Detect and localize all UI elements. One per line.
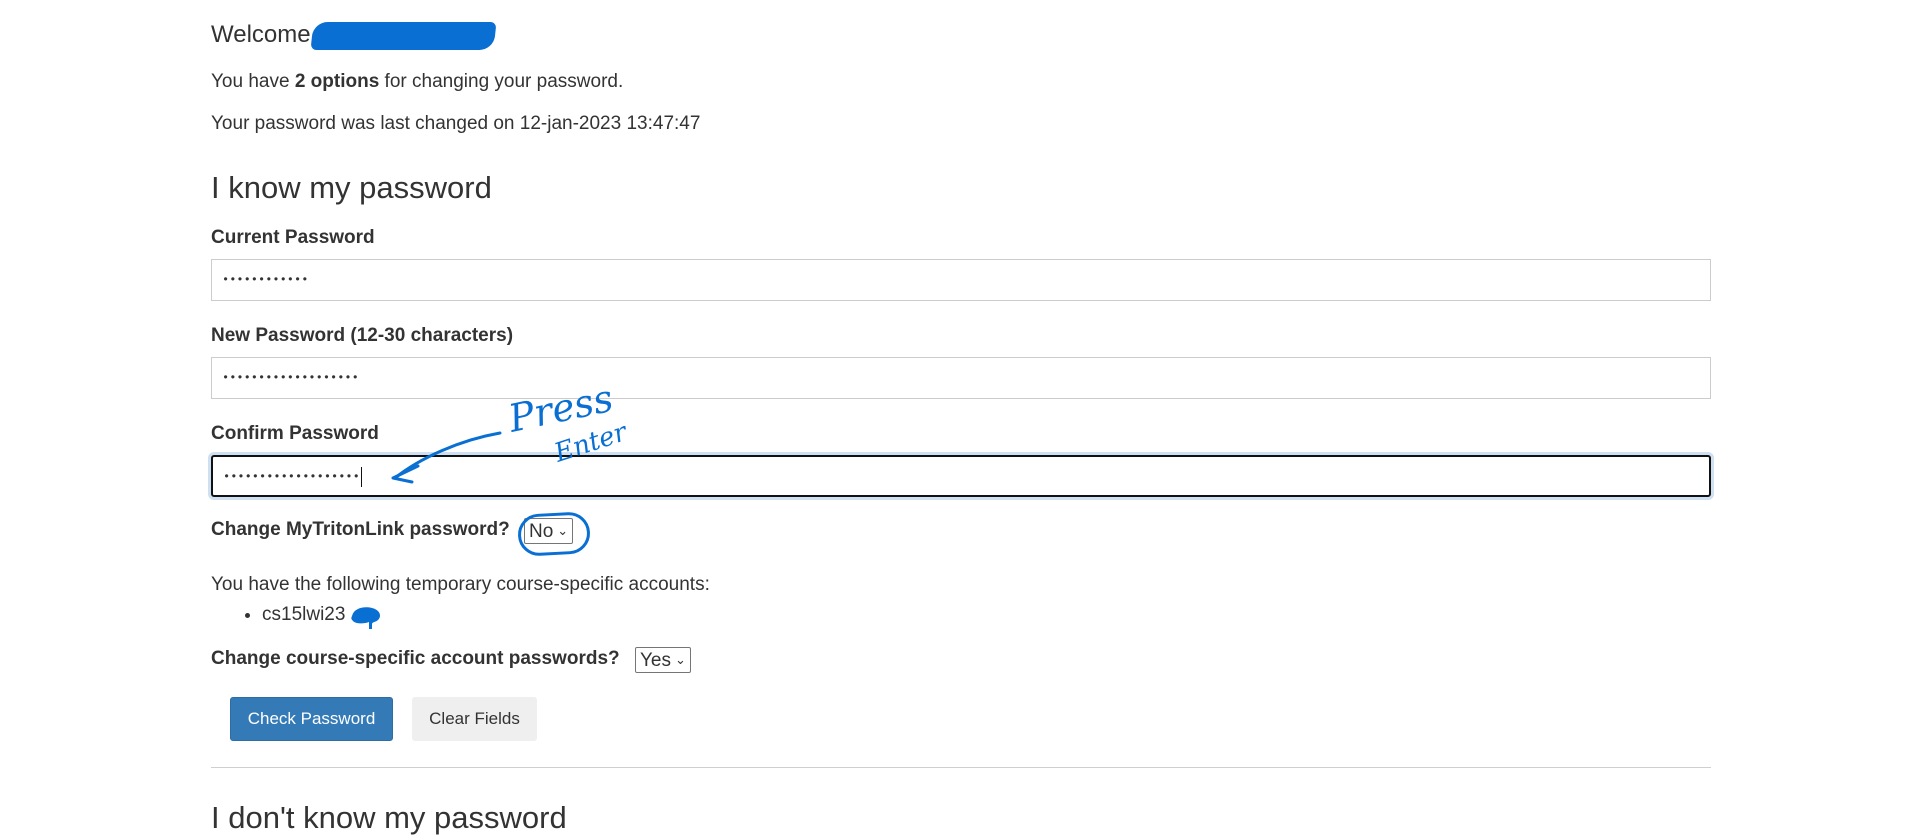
- last-changed-text: Your password was last changed on 12-jan…: [211, 113, 701, 134]
- course-accounts-list: cs15lwi23: [235, 603, 345, 627]
- mytritonlink-label: Change MyTritonLink password?: [211, 519, 510, 540]
- clear-fields-button[interactable]: Clear Fields: [412, 697, 537, 741]
- course-password-select[interactable]: Yes ⌄: [635, 647, 691, 673]
- course-account-item: cs15lwi23: [262, 603, 345, 627]
- course-password-select-value: Yes: [640, 650, 671, 671]
- welcome-text: Welcome,: [211, 21, 318, 48]
- text-caret: [360, 466, 362, 487]
- welcome-heading: Welcome,: [211, 21, 317, 49]
- chevron-down-icon: ⌄: [675, 652, 686, 667]
- section-title-forgot-password: I don't know my password: [211, 800, 567, 835]
- redacted-account-mark: [351, 607, 380, 629]
- confirm-password-value: •••••••••••••••••••: [223, 470, 360, 484]
- annotation-circle: [516, 511, 592, 557]
- confirm-password-input[interactable]: •••••••••••••••••••: [211, 455, 1711, 497]
- confirm-password-label: Confirm Password: [211, 423, 379, 444]
- section-divider: [211, 767, 1711, 768]
- options-suffix: for changing your password.: [379, 71, 624, 92]
- new-password-label: New Password (12-30 characters): [211, 325, 514, 346]
- check-password-button[interactable]: Check Password: [230, 697, 393, 741]
- section-title-know-password: I know my password: [211, 170, 492, 205]
- current-password-input[interactable]: ••••••••••••: [211, 259, 1711, 301]
- new-password-input[interactable]: •••••••••••••••••••: [211, 357, 1711, 399]
- options-count: 2 options: [294, 71, 380, 92]
- current-password-label: Current Password: [211, 227, 375, 248]
- options-prefix: You have: [211, 71, 295, 92]
- course-accounts-intro: You have the following temporary course-…: [211, 574, 710, 595]
- course-password-label: Change course-specific account passwords…: [211, 648, 620, 669]
- options-text: You have 2 options for changing your pas…: [211, 71, 623, 93]
- redacted-username-mark: [310, 22, 497, 50]
